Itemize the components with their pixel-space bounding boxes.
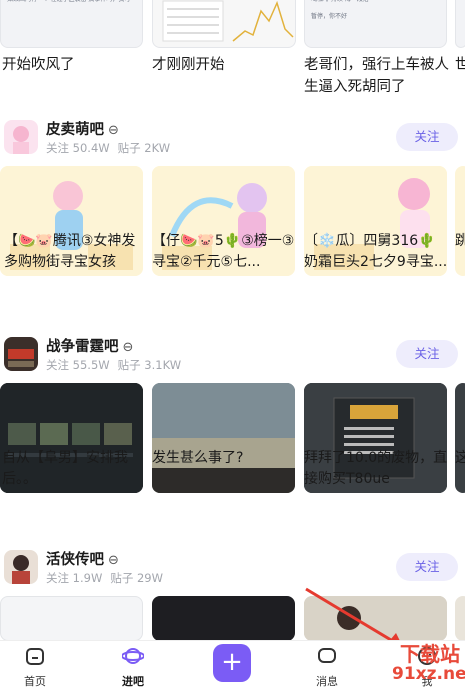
nav-label: 消息	[316, 675, 338, 688]
create-post-button[interactable]: +	[213, 644, 251, 682]
post-title[interactable]: 〔❄️瓜〕四舅316🌵奶霜巨头2七夕9寻宝...	[304, 231, 448, 273]
post-thumbnail[interactable]	[455, 596, 465, 640]
posts-count: 贴子 2KW	[117, 141, 171, 155]
chevron-icon: ⊖	[108, 553, 119, 568]
thumbnail-text: 暂停，你不好	[311, 13, 348, 20]
watermark-brand: 下载站	[400, 642, 460, 666]
forum-name[interactable]: 皮卖萌吧 ⊖	[46, 118, 119, 139]
nav-messages[interactable]: 消息	[297, 645, 357, 689]
post-thumbnail[interactable]	[455, 0, 465, 48]
chart-thumbnail	[162, 0, 294, 42]
post-title[interactable]: 跳	[455, 231, 465, 273]
plus-icon: +	[221, 647, 243, 677]
forum-avatar[interactable]	[4, 120, 38, 154]
site-watermark: 下载站 91xz.net	[370, 638, 465, 688]
forum-stats: 关注 50.4W 贴子 2KW	[46, 140, 178, 156]
post-title[interactable]: 【仔🍉🐷5🌵③榜一③寻宝②千元⑤七...	[152, 231, 296, 273]
forum-stats: 关注 1.9W 贴子 29W	[46, 570, 171, 586]
post-title[interactable]: 开始吹风了	[2, 54, 146, 76]
forum-name[interactable]: 活侠传吧 ⊖	[46, 548, 119, 569]
forum-avatar[interactable]	[4, 550, 38, 584]
chevron-icon: ⊖	[122, 340, 134, 355]
feed[interactable]: 如果国内有一个'在过小区装备'搞事件吗，我可 喝咖啡 持续 海一段落 暂停，你不…	[0, 0, 465, 640]
forum-avatar[interactable]	[4, 337, 38, 371]
post-thumbnail[interactable]	[152, 596, 295, 640]
nav-label: 进吧	[122, 675, 144, 688]
post-thumbnail[interactable]: 如果国内有一个'在过小区装备'搞事件吗，我可	[0, 0, 143, 48]
top-cards-row: 如果国内有一个'在过小区装备'搞事件吗，我可 喝咖啡 持续 海一段落 暂停，你不…	[0, 0, 465, 50]
followers-count: 关注 55.5W	[46, 358, 110, 372]
message-icon	[318, 648, 336, 663]
home-icon	[26, 648, 44, 665]
forum-section: 皮卖萌吧 ⊖ 关注 50.4W 贴子 2KW 关注 【🍉🐷腾讯③女神发多购物街寻宝女…	[0, 116, 465, 316]
post-title[interactable]: 拜拜了10.0的废物，直接购买T80ue	[304, 448, 448, 490]
follow-button[interactable]: 关注	[396, 340, 458, 368]
forum-name[interactable]: 战争雷霆吧 ⊖	[46, 335, 133, 356]
posts-count: 贴子 3.1KW	[117, 358, 182, 372]
post-thumbnail[interactable]	[0, 596, 143, 640]
nav-home[interactable]: 首页	[5, 645, 65, 689]
thumbnail-text: 喝咖啡 持续 海一段落	[305, 0, 446, 8]
followers-count: 关注 1.9W	[46, 571, 103, 585]
followers-count: 关注 50.4W	[46, 141, 110, 155]
nav-forums[interactable]: 进吧	[103, 645, 163, 689]
posts-count: 贴子 29W	[110, 571, 163, 585]
planet-icon	[121, 648, 145, 664]
watermark-url: 91xz.net	[392, 664, 465, 684]
post-title[interactable]: 【🍉🐷腾讯③女神发多购物街寻宝女孩	[4, 231, 148, 273]
thumbnail-text: 如果国内有一个'在过小区装备'搞事件吗，我可	[1, 0, 142, 8]
post-title[interactable]: 老哥们，强行上车被人生逼入死胡同了	[304, 54, 454, 98]
post-thumbnail[interactable]	[152, 0, 296, 48]
follow-button[interactable]: 关注	[396, 553, 458, 581]
post-title[interactable]: 自从【阜男】安排我后。。	[2, 448, 146, 490]
post-title[interactable]: 才刚刚开始	[152, 54, 296, 76]
post-thumbnail[interactable]: 喝咖啡 持续 海一段落 暂停，你不好	[304, 0, 447, 48]
forum-section: 战争雷霆吧 ⊖ 关注 55.5W 贴子 3.1KW 关注 自从【阜男】安排我后。。 …	[0, 333, 465, 533]
forum-stats: 关注 55.5W 贴子 3.1KW	[46, 357, 189, 373]
post-title[interactable]: 这	[455, 448, 465, 490]
post-title[interactable]: 世	[455, 54, 465, 76]
follow-button[interactable]: 关注	[396, 123, 458, 151]
post-title[interactable]: 发生甚么事了?	[152, 448, 296, 490]
chevron-icon: ⊖	[108, 123, 119, 138]
nav-label: 首页	[24, 675, 46, 688]
